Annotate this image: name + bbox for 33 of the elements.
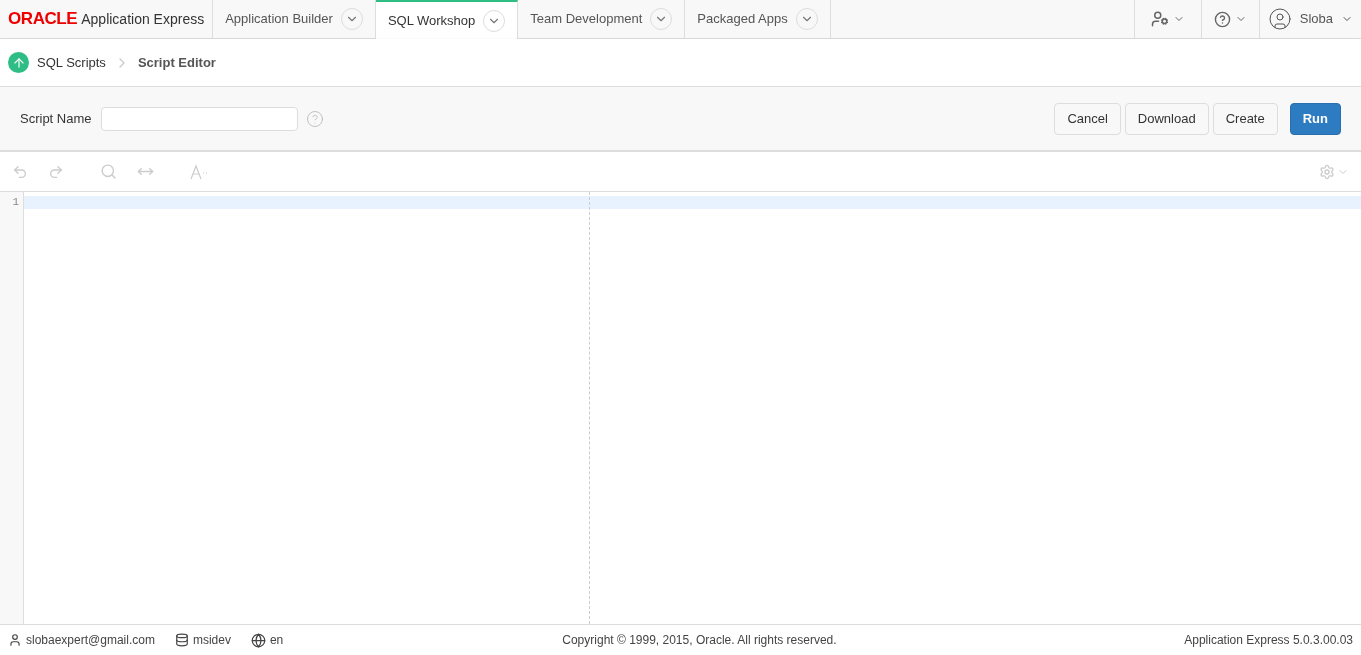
help-icon <box>1213 10 1231 28</box>
user-icon <box>8 633 22 647</box>
redo-icon <box>48 163 64 180</box>
code-editor[interactable]: 1 <box>0 192 1361 624</box>
nav-tab[interactable]: SQL Workshop <box>375 0 519 39</box>
script-name-field[interactable] <box>101 106 298 131</box>
undo-icon <box>12 163 28 180</box>
nav-tab[interactable]: Application Builder <box>213 0 376 38</box>
action-button[interactable]: Download <box>1124 102 1209 135</box>
footer-language[interactable]: en <box>269 631 284 649</box>
nav-tab[interactable]: Packaged Apps <box>685 0 831 38</box>
globe-icon <box>250 632 266 648</box>
action-button[interactable]: Run <box>1289 102 1341 135</box>
font-letter-icon <box>190 163 208 180</box>
search-icon <box>100 163 117 180</box>
action-button[interactable]: Cancel <box>1054 102 1121 135</box>
breadcrumb-item[interactable]: SQL Scripts <box>37 52 106 73</box>
nav-tab[interactable]: Team Development <box>518 0 686 38</box>
database-icon <box>174 633 189 647</box>
breadcrumb-item: Script Editor <box>137 53 216 72</box>
action-button[interactable]: Create <box>1212 102 1278 135</box>
line-number: 1 <box>11 196 20 209</box>
footer-workspace[interactable]: msidev <box>192 631 231 649</box>
help-icon[interactable] <box>306 109 324 128</box>
product-name: Application Express <box>81 9 205 29</box>
version-text: Application Express 5.0.3.00.03 <box>1184 632 1353 649</box>
settings-icon <box>1319 163 1335 180</box>
oracle-logo[interactable]: ORACLE <box>8 6 78 32</box>
avatar-icon <box>1267 7 1292 31</box>
footer-user[interactable]: slobaexpert@gmail.com <box>26 631 155 649</box>
copyright-text: Copyright © 1999, 2015, Oracle. All rights reserved. <box>562 632 837 649</box>
script-name-label: Script Name <box>20 109 93 128</box>
user-menu-button[interactable]: Sloba <box>1258 0 1361 38</box>
